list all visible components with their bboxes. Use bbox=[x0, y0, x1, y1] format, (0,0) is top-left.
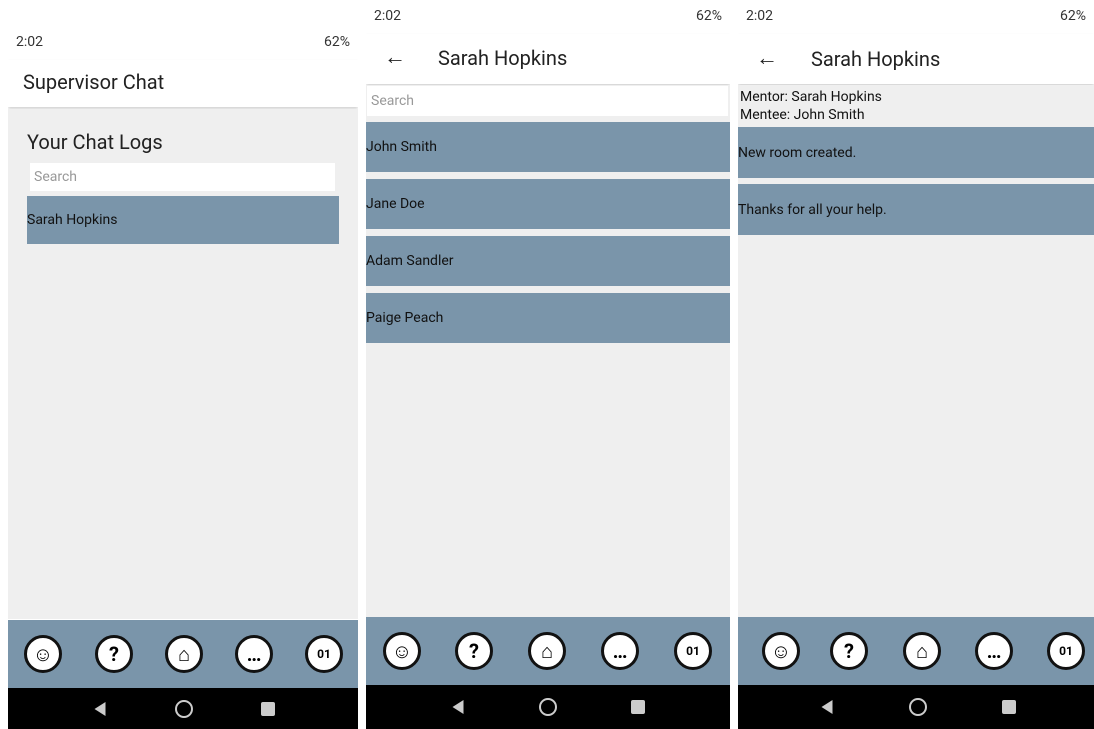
back-arrow-icon[interactable]: ← bbox=[756, 45, 778, 71]
status-time: 2:02 bbox=[746, 8, 773, 24]
search-input[interactable]: Search bbox=[367, 86, 728, 116]
list-item[interactable]: Paige Peach bbox=[366, 293, 730, 343]
status-battery: 62% bbox=[324, 34, 350, 50]
screen-supervisor-chat: 2:02 62% Supervisor Chat Your Chat Logs … bbox=[8, 0, 358, 729]
page-title: Sarah Hopkins bbox=[811, 47, 941, 71]
home-nav-icon[interactable] bbox=[909, 698, 927, 716]
profile-icon[interactable]: ☺ bbox=[762, 632, 800, 670]
message-text: New room created. bbox=[738, 144, 857, 161]
status-bar: 2:02 62% bbox=[366, 8, 730, 30]
status-battery: 62% bbox=[1060, 8, 1086, 24]
page-title: Sarah Hopkins bbox=[438, 46, 568, 70]
message-item: New room created. bbox=[738, 127, 1094, 178]
mentor-label: Mentor: Sarah Hopkins bbox=[740, 89, 882, 105]
profile-icon[interactable]: ☺ bbox=[24, 635, 62, 673]
app-bar: Supervisor Chat bbox=[8, 60, 358, 107]
recents-nav-icon[interactable] bbox=[261, 701, 275, 716]
bottom-nav: ☺ ? ⌂ … 01 bbox=[8, 620, 358, 688]
home-nav-icon[interactable] bbox=[175, 699, 193, 718]
home-nav-icon[interactable] bbox=[539, 698, 557, 716]
profile-icon[interactable]: ☺ bbox=[383, 632, 421, 670]
system-nav-bar bbox=[366, 685, 730, 729]
list-item-label: John Smith bbox=[366, 139, 437, 155]
help-icon[interactable]: ? bbox=[830, 632, 868, 670]
home-icon[interactable]: ⌂ bbox=[528, 632, 566, 670]
calendar-icon[interactable]: 01 bbox=[305, 635, 343, 673]
system-nav-bar bbox=[738, 685, 1094, 729]
back-nav-icon[interactable] bbox=[821, 700, 833, 714]
content-area: Search John Smith Jane Doe Adam Sandler … bbox=[366, 85, 730, 617]
app-bar: ← Sarah Hopkins bbox=[738, 34, 1094, 84]
status-bar: 2:02 62% bbox=[8, 34, 358, 56]
list-item[interactable]: Adam Sandler bbox=[366, 236, 730, 286]
list-item-label: Paige Peach bbox=[366, 310, 444, 326]
help-icon[interactable]: ? bbox=[95, 635, 133, 673]
help-icon[interactable]: ? bbox=[455, 632, 493, 670]
status-time: 2:02 bbox=[16, 34, 43, 50]
content-area: Mentor: Sarah Hopkins Mentee: John Smith… bbox=[738, 85, 1094, 617]
list-item[interactable]: John Smith bbox=[366, 122, 730, 172]
recents-nav-icon[interactable] bbox=[631, 700, 645, 714]
page-title: Supervisor Chat bbox=[23, 70, 165, 94]
chat-icon[interactable]: … bbox=[601, 632, 639, 670]
content-area: Your Chat Logs Search Sarah Hopkins bbox=[8, 109, 358, 619]
status-bar: 2:02 62% bbox=[738, 8, 1094, 30]
system-nav-bar bbox=[8, 688, 358, 729]
section-heading: Your Chat Logs bbox=[27, 130, 163, 154]
bottom-nav: ☺ ? ⌂ … 01 bbox=[366, 617, 730, 685]
home-icon[interactable]: ⌂ bbox=[903, 632, 941, 670]
recents-nav-icon[interactable] bbox=[1002, 700, 1016, 714]
message-item: Thanks for all your help. bbox=[738, 184, 1094, 235]
list-item[interactable]: Sarah Hopkins bbox=[27, 196, 339, 244]
list-item[interactable]: Jane Doe bbox=[366, 179, 730, 229]
back-nav-icon[interactable] bbox=[452, 700, 464, 714]
list-item-label: Sarah Hopkins bbox=[27, 212, 118, 228]
calendar-icon[interactable]: 01 bbox=[1047, 632, 1085, 670]
status-battery: 62% bbox=[696, 8, 722, 24]
app-bar: ← Sarah Hopkins bbox=[366, 34, 730, 84]
screen-chat-room: 2:02 62% ← Sarah Hopkins Mentor: Sarah H… bbox=[738, 0, 1094, 729]
list-item-label: Jane Doe bbox=[366, 196, 425, 212]
message-text: Thanks for all your help. bbox=[738, 201, 887, 218]
home-icon[interactable]: ⌂ bbox=[165, 635, 203, 673]
bottom-nav: ☺ ? ⌂ … 01 bbox=[738, 617, 1094, 685]
search-input[interactable]: Search bbox=[30, 163, 335, 191]
chat-icon[interactable]: … bbox=[235, 635, 273, 673]
chat-icon[interactable]: … bbox=[975, 632, 1013, 670]
back-arrow-icon[interactable]: ← bbox=[384, 44, 406, 70]
status-time: 2:02 bbox=[374, 8, 401, 24]
calendar-icon[interactable]: 01 bbox=[674, 632, 712, 670]
back-nav-icon[interactable] bbox=[94, 701, 106, 716]
list-item-label: Adam Sandler bbox=[366, 253, 454, 269]
screen-contact-list: 2:02 62% ← Sarah Hopkins Search John Smi… bbox=[366, 0, 730, 729]
mentee-label: Mentee: John Smith bbox=[740, 107, 865, 123]
